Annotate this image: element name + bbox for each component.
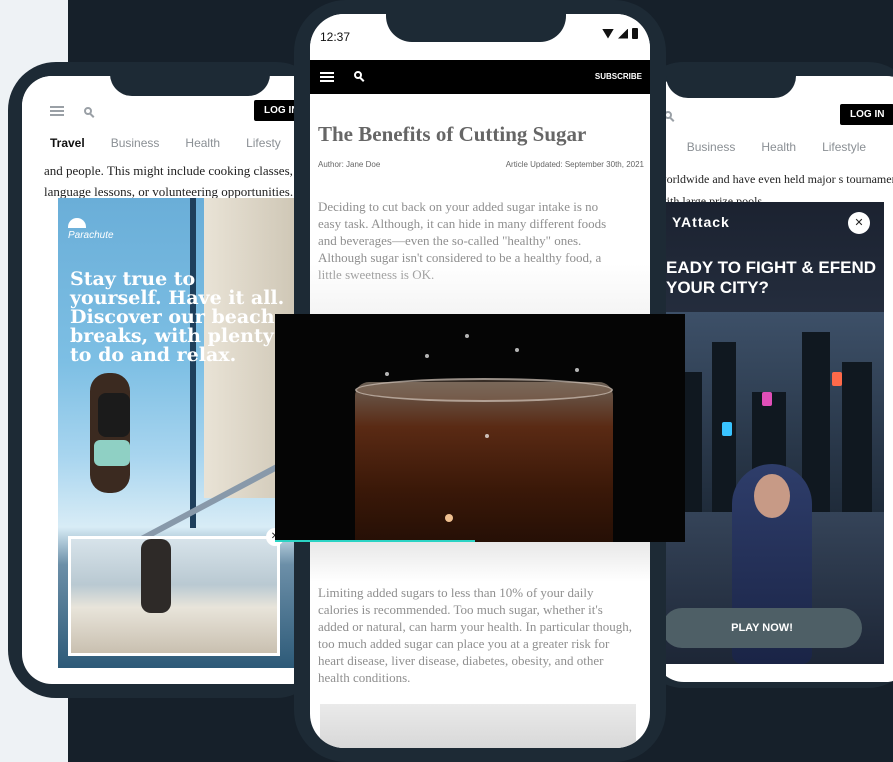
attack-brand: YAttack xyxy=(672,214,730,230)
bubble xyxy=(485,434,489,438)
top-icons xyxy=(50,106,92,116)
tab-lifestyle[interactable]: Lifesty xyxy=(246,136,281,150)
battery-icon xyxy=(632,28,638,39)
mute-icon[interactable]: ✕ xyxy=(848,212,870,234)
parachute-logo: Parachute xyxy=(68,218,114,241)
bubble xyxy=(515,348,519,352)
parachute-ad[interactable]: Parachute Stay true to yourself. Have it… xyxy=(58,198,296,668)
search-icon[interactable] xyxy=(84,107,92,115)
status-icons xyxy=(602,28,638,39)
hero-face xyxy=(754,474,790,518)
subscribe-button[interactable]: SUBSCRIBE xyxy=(595,72,642,81)
article-author: Author: Jane Doe xyxy=(318,160,381,169)
neon-light xyxy=(762,392,772,406)
play-now-button[interactable]: PLAY NOW! xyxy=(662,608,862,648)
neon-light xyxy=(832,372,842,386)
building xyxy=(842,362,872,512)
attack-game-ad[interactable]: YAttack ✕ EADY TO FIGHT & EFEND YOUR CIT… xyxy=(662,202,884,664)
soda-glass xyxy=(355,382,613,542)
article-title: The Benefits of Cutting Sugar xyxy=(318,122,587,146)
backpack xyxy=(98,393,130,437)
nav-bar: SUBSCRIBE xyxy=(310,60,650,94)
login-button[interactable]: LOG IN xyxy=(840,104,893,125)
tab-health[interactable]: Health xyxy=(185,136,220,150)
search-icon[interactable] xyxy=(354,71,362,79)
content-fade xyxy=(310,542,650,582)
shorts xyxy=(94,440,130,466)
tab-travel[interactable]: Travel xyxy=(50,136,85,150)
bubble xyxy=(575,368,579,372)
video-progress-bar[interactable] xyxy=(275,540,475,542)
bubble xyxy=(465,334,469,338)
category-tabs: s Business Health Lifestyle xyxy=(654,140,866,154)
article-meta: Author: Jane Doe Article Updated: Septem… xyxy=(318,160,644,169)
tab-business[interactable]: Business xyxy=(111,136,160,150)
tab-lifestyle[interactable]: Lifestyle xyxy=(822,140,866,154)
glass-rim xyxy=(355,378,613,402)
category-tabs: Travel Business Health Lifesty xyxy=(50,136,281,150)
bubble xyxy=(445,514,453,522)
parachute-brand: Parachute xyxy=(68,230,114,241)
phone-notch xyxy=(666,62,796,98)
neon-light xyxy=(722,422,732,436)
phone-right-screen: LOG IN s Business Health Lifestyle world… xyxy=(654,76,893,682)
bubble xyxy=(385,372,389,376)
status-time: 12:37 xyxy=(320,30,351,44)
wifi-icon xyxy=(602,28,614,39)
phone-notch xyxy=(386,0,566,42)
video-player[interactable] xyxy=(275,314,685,542)
article-paragraph: Limiting added sugars to less than 10% o… xyxy=(318,585,633,685)
hamburger-menu-icon[interactable] xyxy=(50,106,64,116)
signal-icon xyxy=(618,28,628,39)
phone-notch xyxy=(110,62,270,96)
ad-inset-image xyxy=(68,536,280,656)
tab-health[interactable]: Health xyxy=(761,140,796,154)
hamburger-menu-icon[interactable] xyxy=(320,72,334,82)
ad-headline: Stay true to yourself. Have it all. Disc… xyxy=(70,268,285,366)
article-image-placeholder xyxy=(320,704,636,748)
runner-figure xyxy=(141,539,171,613)
bubble xyxy=(425,354,429,358)
ad-headline: EADY TO FIGHT & EFEND YOUR CITY? xyxy=(666,258,877,297)
article-updated: Article Updated: September 30th, 2021 xyxy=(505,160,644,169)
parachute-icon xyxy=(68,218,86,228)
tab-business[interactable]: Business xyxy=(687,140,736,154)
article-text: and people. This might include cooking c… xyxy=(44,163,294,199)
